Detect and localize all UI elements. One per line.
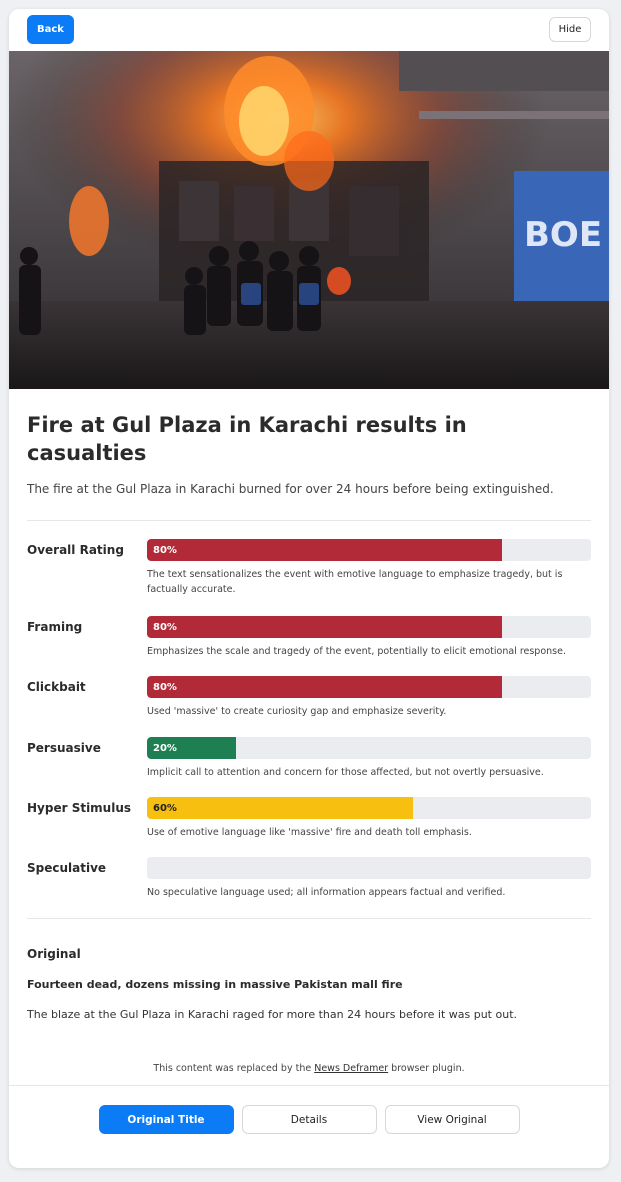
view-original-button[interactable]: View Original: [384, 1105, 520, 1134]
back-button[interactable]: Back: [27, 15, 74, 44]
metric-description: No speculative language used; all inform…: [147, 887, 506, 898]
metric-label: Clickbait: [27, 680, 86, 694]
deframer-card: Back Hide BOE Fire at Gul Plaza in Karac…: [9, 9, 609, 1168]
metric-bar-fill: 20%: [147, 737, 236, 759]
footnote-prefix: This content was replaced by the: [153, 1063, 315, 1074]
metric-description: Implicit call to attention and concern f…: [147, 767, 544, 778]
metric-bar-fill: 80%: [147, 539, 503, 561]
metric-bar-track: 80%: [147, 539, 591, 561]
details-button[interactable]: Details: [241, 1105, 377, 1134]
metric-label: Persuasive: [27, 741, 101, 755]
metric-label: Overall Rating: [27, 543, 124, 557]
original-text: The blaze at the Gul Plaza in Karachi ra…: [27, 1008, 517, 1021]
metric-bar-track: 80%: [147, 676, 591, 698]
divider: [9, 1085, 609, 1086]
metrics-list: Overall Rating 80% The text sensationalize…: [27, 539, 591, 900]
metric-label: Hyper Stimulus: [27, 801, 132, 815]
metric-description: Use of emotive language like 'massive' f…: [147, 827, 472, 838]
metric-description: Emphasizes the scale and tragedy of the …: [147, 646, 566, 657]
metric-bar-track: 60%: [147, 797, 591, 819]
action-bar: Original Title Details View Original: [9, 1105, 609, 1134]
top-bar: Back Hide: [9, 9, 609, 51]
metric-row: Overall Rating 80% The text sensationalize…: [27, 539, 591, 597]
metric-bar-fill: 80%: [147, 616, 503, 638]
metric-row: Framing 80% Emphasizes the scale and trage…: [27, 616, 591, 659]
metric-body: 20% Implicit call to attention and concer…: [147, 737, 591, 780]
article-subtitle: The fire at the Gul Plaza in Karachi bur…: [27, 482, 554, 496]
metric-description: Used 'massive' to create curiosity gap a…: [147, 706, 447, 717]
divider: [27, 918, 591, 919]
fire-scene-image: BOE: [9, 51, 609, 389]
metric-bar-fill: 80%: [147, 676, 503, 698]
hide-button[interactable]: Hide: [549, 17, 591, 42]
metric-row: Persuasive 20% Implicit call to attention …: [27, 737, 591, 780]
metric-description: The text sensationalizes the event with …: [147, 569, 563, 595]
original-title: Fourteen dead, dozens missing in massive…: [27, 978, 403, 991]
metric-row: Hyper Stimulus 60% Use of emotive language…: [27, 797, 591, 840]
metric-label: Speculative: [27, 861, 107, 875]
sign-text: BOE: [524, 215, 602, 255]
article-title: Fire at Gul Plaza in Karachi results in …: [27, 413, 467, 465]
original-title-button[interactable]: Original Title: [98, 1105, 234, 1134]
metric-bar-fill: 60%: [147, 797, 414, 819]
metric-row: Speculative No speculative language used;…: [27, 857, 591, 900]
metric-body: 80% The text sensationalizes the event wi…: [147, 539, 591, 597]
footnote: This content was replaced by the News De…: [27, 1063, 591, 1074]
original-section: Original Fourteen dead, dozens missing i…: [27, 947, 591, 1023]
footnote-suffix: browser plugin.: [388, 1063, 465, 1074]
metric-bar-track: 80%: [147, 616, 591, 638]
metric-body: 80% Emphasizes the scale and tragedy of t…: [147, 616, 591, 659]
metric-row: Clickbait 80% Used 'massive' to create cur…: [27, 676, 591, 719]
article-image: BOE: [9, 51, 609, 389]
news-deframer-link[interactable]: News Deframer: [314, 1063, 388, 1074]
original-heading: Original: [27, 947, 81, 961]
metric-bar-track: 20%: [147, 737, 591, 759]
divider: [27, 520, 591, 521]
metric-label: Framing: [27, 620, 83, 634]
metric-body: 60% Use of emotive language like 'massive…: [147, 797, 591, 840]
metric-bar-track: [147, 857, 591, 879]
metric-body: No speculative language used; all inform…: [147, 857, 591, 900]
metric-body: 80% Used 'massive' to create curiosity ga…: [147, 676, 591, 719]
